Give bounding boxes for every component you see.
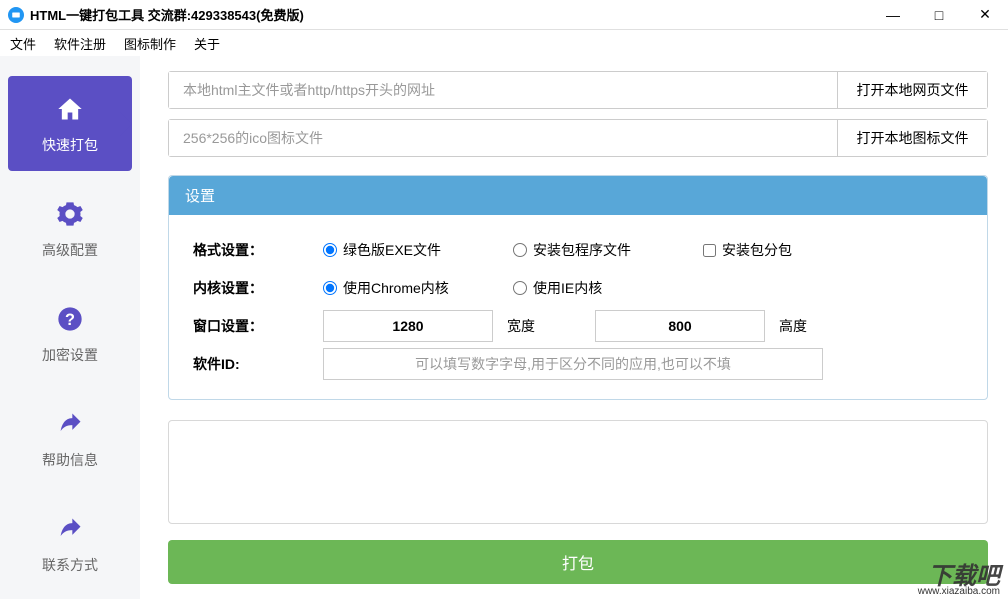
html-input-row: 打开本地网页文件 — [168, 71, 988, 109]
width-unit: 宽度 — [507, 316, 535, 336]
menubar: 文件 软件注册 图标制作 关于 — [0, 30, 1008, 56]
gear-icon — [54, 198, 86, 230]
format-label: 格式设置： — [193, 240, 323, 260]
menu-register[interactable]: 软件注册 — [54, 34, 106, 53]
icon-path-input[interactable] — [169, 120, 837, 156]
output-panel — [168, 420, 988, 524]
menu-iconmake[interactable]: 图标制作 — [124, 34, 176, 53]
softid-input[interactable] — [323, 348, 823, 380]
format-opt-installer[interactable]: 安装包程序文件 — [513, 240, 693, 260]
settings-header: 设置 — [169, 176, 987, 215]
menu-about[interactable]: 关于 — [194, 34, 220, 53]
kernel-opt-chrome[interactable]: 使用Chrome内核 — [323, 278, 503, 298]
close-button[interactable]: ✕ — [962, 0, 1008, 30]
app-icon — [8, 7, 24, 23]
kernel-label: 内核设置： — [193, 278, 323, 298]
minimize-button[interactable]: — — [870, 0, 916, 30]
height-input[interactable] — [595, 310, 765, 342]
sidebar-item-contact[interactable]: 联系方式 — [8, 496, 132, 591]
format-opt-exe[interactable]: 绿色版EXE文件 — [323, 240, 503, 260]
sidebar-item-label: 加密设置 — [42, 345, 98, 365]
sidebar-item-advanced[interactable]: 高级配置 — [8, 181, 132, 276]
width-input[interactable] — [323, 310, 493, 342]
sidebar: 快速打包 高级配置 ? 加密设置 帮助信息 联系方式 — [0, 56, 140, 599]
window-label: 窗口设置： — [193, 316, 323, 336]
maximize-button[interactable]: □ — [916, 0, 962, 30]
sidebar-item-help[interactable]: 帮助信息 — [8, 391, 132, 486]
sidebar-item-label: 高级配置 — [42, 240, 98, 260]
svg-text:?: ? — [65, 310, 75, 328]
settings-panel: 设置 格式设置： 绿色版EXE文件 安装包程序文件 安装包分包 内核设置： 使用… — [168, 175, 988, 400]
browse-icon-button[interactable]: 打开本地图标文件 — [837, 120, 987, 156]
icon-input-row: 打开本地图标文件 — [168, 119, 988, 157]
share-icon — [54, 408, 86, 440]
sidebar-item-label: 快速打包 — [42, 135, 98, 155]
height-unit: 高度 — [779, 316, 807, 336]
kernel-opt-ie[interactable]: 使用IE内核 — [513, 278, 693, 298]
sidebar-item-label: 帮助信息 — [42, 450, 98, 470]
html-path-input[interactable] — [169, 72, 837, 108]
question-icon: ? — [54, 303, 86, 335]
menu-file[interactable]: 文件 — [10, 34, 36, 53]
softid-label: 软件ID: — [193, 354, 323, 374]
format-opt-split[interactable]: 安装包分包 — [703, 240, 792, 260]
titlebar: HTML一键打包工具 交流群:429338543(免费版) — □ ✕ — [0, 0, 1008, 30]
browse-html-button[interactable]: 打开本地网页文件 — [837, 72, 987, 108]
share-icon — [54, 513, 86, 545]
window-controls: — □ ✕ — [870, 0, 1008, 30]
sidebar-item-encrypt[interactable]: ? 加密设置 — [8, 286, 132, 381]
window-title: HTML一键打包工具 交流群:429338543(免费版) — [30, 5, 304, 24]
sidebar-item-quickpack[interactable]: 快速打包 — [8, 76, 132, 171]
content-area: 打开本地网页文件 打开本地图标文件 设置 格式设置： 绿色版EXE文件 安装包程… — [140, 56, 1008, 599]
sidebar-item-label: 联系方式 — [42, 555, 98, 575]
pack-button[interactable]: 打包 — [168, 540, 988, 584]
home-icon — [54, 93, 86, 125]
